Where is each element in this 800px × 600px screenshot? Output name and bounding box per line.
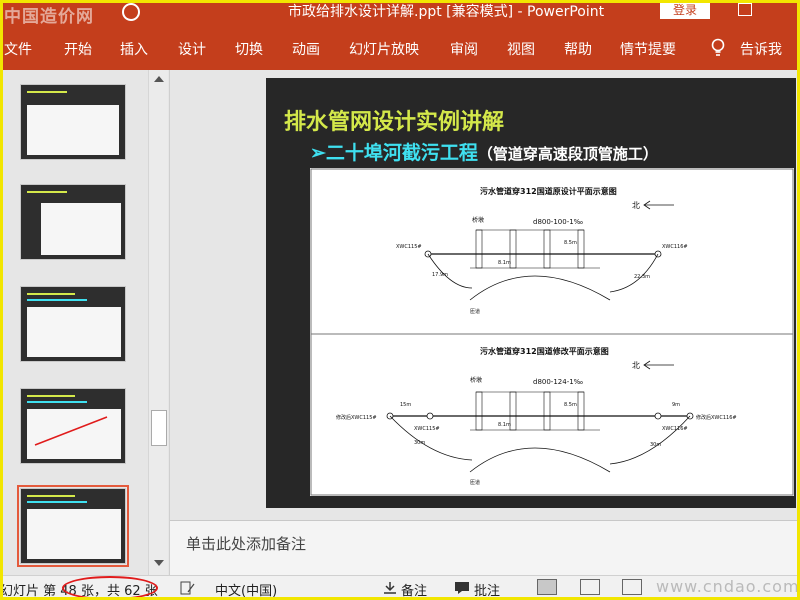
thumb-arrow-overlay	[34, 416, 108, 446]
slide-bullet-note: （管道穿高速段顶管施工）	[477, 145, 658, 163]
thumb-title-line	[27, 495, 75, 497]
thumb-bullet-line	[27, 401, 87, 403]
slide-thumbnail[interactable]	[20, 388, 126, 464]
tab-transitions[interactable]: 切换	[235, 39, 263, 59]
top-ramp-label: 匝道	[470, 308, 480, 315]
slide-bullet-text: ➢二十埠河截污工程	[310, 142, 478, 164]
thumb-figure	[27, 509, 121, 559]
top-well-right: XWC116#	[662, 244, 688, 250]
bottom-diagram-title: 污水管道穿312国道修改平面示意图	[480, 346, 609, 356]
bottom-well-right-mod: 修改后XWC116#	[696, 414, 737, 421]
language-indicator[interactable]: 中文(中国)	[215, 580, 277, 599]
slide-thumbnail[interactable]	[20, 184, 126, 260]
ribbon-tabs: 文件 开始 插入 设计 切换 动画 幻灯片放映 审阅 视图 帮助 情节提要 告诉…	[0, 26, 800, 70]
top-pipe-label: d800-100-1‰	[533, 218, 584, 226]
annotation-circle	[62, 576, 158, 600]
tab-slideshow[interactable]: 幻灯片放映	[349, 39, 419, 59]
top-dim-8m: 8.1m	[498, 260, 511, 266]
window-title: 市政给排水设计详解.ppt [兼容模式] - PowerPoint	[288, 4, 605, 20]
tab-home[interactable]: 开始	[64, 39, 92, 59]
slide-thumbnail-pane	[0, 70, 170, 575]
slide-thumbnail-current[interactable]	[17, 485, 129, 567]
bottom-well-left-mod: 修改后XWC115#	[336, 414, 377, 421]
slide-thumbnail[interactable]	[20, 286, 126, 362]
tab-design[interactable]: 设计	[178, 39, 206, 59]
scroll-thumb[interactable]	[151, 410, 167, 446]
top-dim-17m: 17.9m	[432, 272, 448, 278]
tab-view[interactable]: 视图	[507, 39, 535, 59]
bottom-dim-85m: 8.5m	[564, 402, 577, 408]
tab-insert[interactable]: 插入	[120, 39, 148, 59]
ribbon-display-icon[interactable]	[738, 3, 752, 16]
thumb-title-line	[27, 91, 67, 93]
dim-9m: 9m	[672, 402, 680, 408]
drawing-canvas: 污水管道穿312国道原设计平面示意图 北 桥墩 d800-100-1‰ XWC1…	[310, 168, 794, 496]
accessibility-icon[interactable]	[180, 581, 196, 595]
slide-bullet[interactable]: ➢二十埠河截污工程（管道穿高速段顶管施工）	[310, 138, 658, 165]
slide-title[interactable]: 排水管网设计实例讲解	[284, 104, 504, 136]
notes-pane[interactable]: 单击此处添加备注	[170, 520, 800, 575]
normal-view-icon[interactable]	[537, 579, 557, 595]
notes-button[interactable]: 备注	[401, 580, 427, 599]
tab-file[interactable]: 文件	[4, 39, 32, 59]
bottom-dim-8m: 8.1m	[498, 422, 511, 428]
thumb-bullet-line	[27, 501, 87, 503]
current-slide[interactable]: 排水管网设计实例讲解 ➢二十埠河截污工程（管道穿高速段顶管施工） 污水管道穿31…	[266, 78, 796, 508]
thumb-figure	[27, 105, 119, 155]
title-bar: 中国造价网 市政给排水设计详解.ppt [兼容模式] - PowerPoint …	[0, 0, 800, 27]
autosave-icon[interactable]	[122, 3, 140, 21]
reading-view-icon[interactable]	[622, 579, 642, 595]
thumb-bullet-line	[27, 299, 87, 301]
top-dim-22m: 22.3m	[634, 274, 650, 280]
north-label: 北	[632, 201, 640, 210]
slide-sorter-icon[interactable]	[580, 579, 600, 595]
comments-button[interactable]: 批注	[474, 580, 500, 599]
bridge-label: 桥墩	[472, 216, 484, 224]
bottom-pipe-label: d800-124-1‰	[533, 378, 584, 386]
bridge-label-bottom: 桥墩	[470, 376, 482, 384]
bottom-well-left: XWC115#	[414, 426, 440, 432]
tab-review[interactable]: 审阅	[450, 39, 478, 59]
dim-15m: 15m	[400, 402, 411, 408]
scroll-up-icon[interactable]	[154, 76, 164, 82]
thumb-figure	[41, 203, 121, 255]
thumbnail-scrollbar[interactable]	[148, 70, 168, 575]
slide-thumbnail[interactable]	[20, 84, 126, 160]
top-well-left: XWC115#	[396, 244, 422, 250]
tell-me-search[interactable]: 告诉我	[740, 39, 782, 59]
comments-icon[interactable]	[454, 581, 470, 595]
lightbulb-icon[interactable]	[710, 38, 726, 58]
watermark-text: 中国造价网	[4, 7, 94, 27]
top-diagram-title: 污水管道穿312国道原设计平面示意图	[480, 186, 617, 196]
north-label-bottom: 北	[632, 361, 640, 370]
engineering-drawing[interactable]: 污水管道穿312国道原设计平面示意图 北 桥墩 d800-100-1‰ XWC1…	[310, 168, 794, 496]
slide-editor: 排水管网设计实例讲解 ➢二十埠河截污工程（管道穿高速段顶管施工） 污水管道穿31…	[170, 70, 800, 520]
top-dim-85m: 8.5m	[564, 240, 577, 246]
tab-help[interactable]: 帮助	[564, 39, 592, 59]
site-watermark: www.cndao.com	[656, 577, 800, 596]
notes-icon[interactable]	[383, 581, 397, 595]
status-bar: 幻灯片 第 48 张，共 62 张 中文(中国) 备注 批注 www.cndao…	[0, 575, 800, 600]
scroll-down-icon[interactable]	[154, 560, 164, 566]
bottom-dim-30m: 30m	[414, 440, 425, 446]
tab-storyboard[interactable]: 情节提要	[620, 39, 676, 59]
notes-placeholder[interactable]: 单击此处添加备注	[186, 533, 306, 554]
bottom-ramp-label: 匝道	[470, 479, 480, 486]
tab-animations[interactable]: 动画	[292, 39, 320, 59]
thumb-title-line	[27, 191, 67, 193]
login-button[interactable]: 登录	[660, 1, 710, 19]
bottom-dim-30m-right: 30m	[650, 442, 661, 448]
thumb-title-line	[27, 293, 75, 295]
thumb-title-line	[27, 395, 75, 397]
thumb-figure	[27, 307, 121, 357]
